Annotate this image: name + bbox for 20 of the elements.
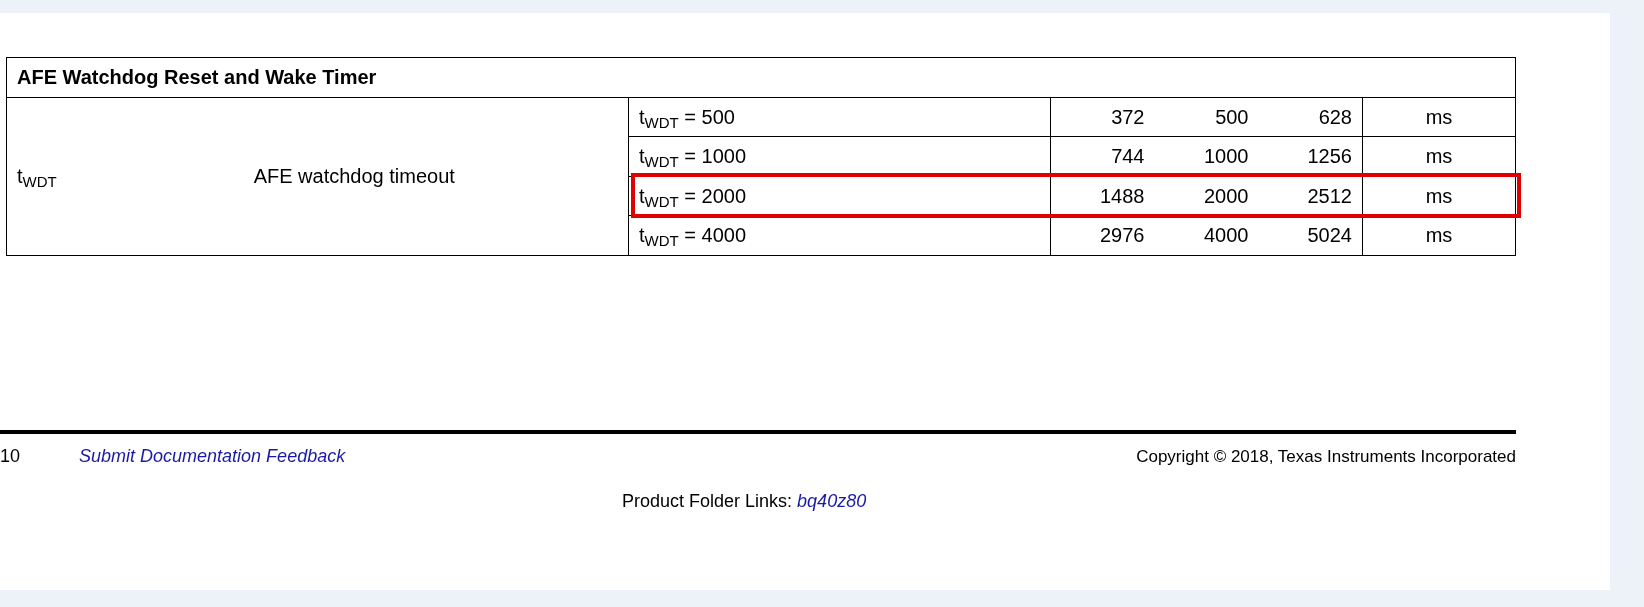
- page-number: 10: [0, 444, 21, 468]
- table-cell: t$_{WDT}$ = 4000: [628, 215, 1051, 255]
- product-folder-label: Product Folder Links:: [622, 490, 793, 511]
- table-cell: 628: [1258, 97, 1363, 137]
- product-link[interactable]: bq40z80: [797, 490, 867, 511]
- table-cell: t$_{WDT}$: [6, 97, 211, 255]
- feedback-link[interactable]: Submit Documentation Feedback: [79, 442, 346, 470]
- table-cell: 5024: [1258, 215, 1363, 255]
- table-cell: 500: [1154, 97, 1259, 137]
- copyright-text: Copyright © 2018, Texas Instruments Incorporated: [1136, 445, 1516, 468]
- table-cell: t$_{WDT}$ = 2000: [628, 176, 1051, 216]
- table-cell: AFE watchdog timeout: [210, 97, 629, 255]
- table-title: AFE Watchdog Reset and Wake Timer: [6, 57, 1516, 97]
- table-cell: 4000: [1154, 215, 1259, 255]
- table-cell: 2000: [1154, 176, 1259, 216]
- table-cell: t$_{WDT}$ = 1000: [628, 136, 1051, 176]
- table-cell: t$_{WDT}$ = 500: [628, 97, 1051, 137]
- table-cell: 1000: [1154, 136, 1259, 176]
- table-cell: ms: [1362, 215, 1516, 255]
- table-cell: ms: [1362, 97, 1516, 137]
